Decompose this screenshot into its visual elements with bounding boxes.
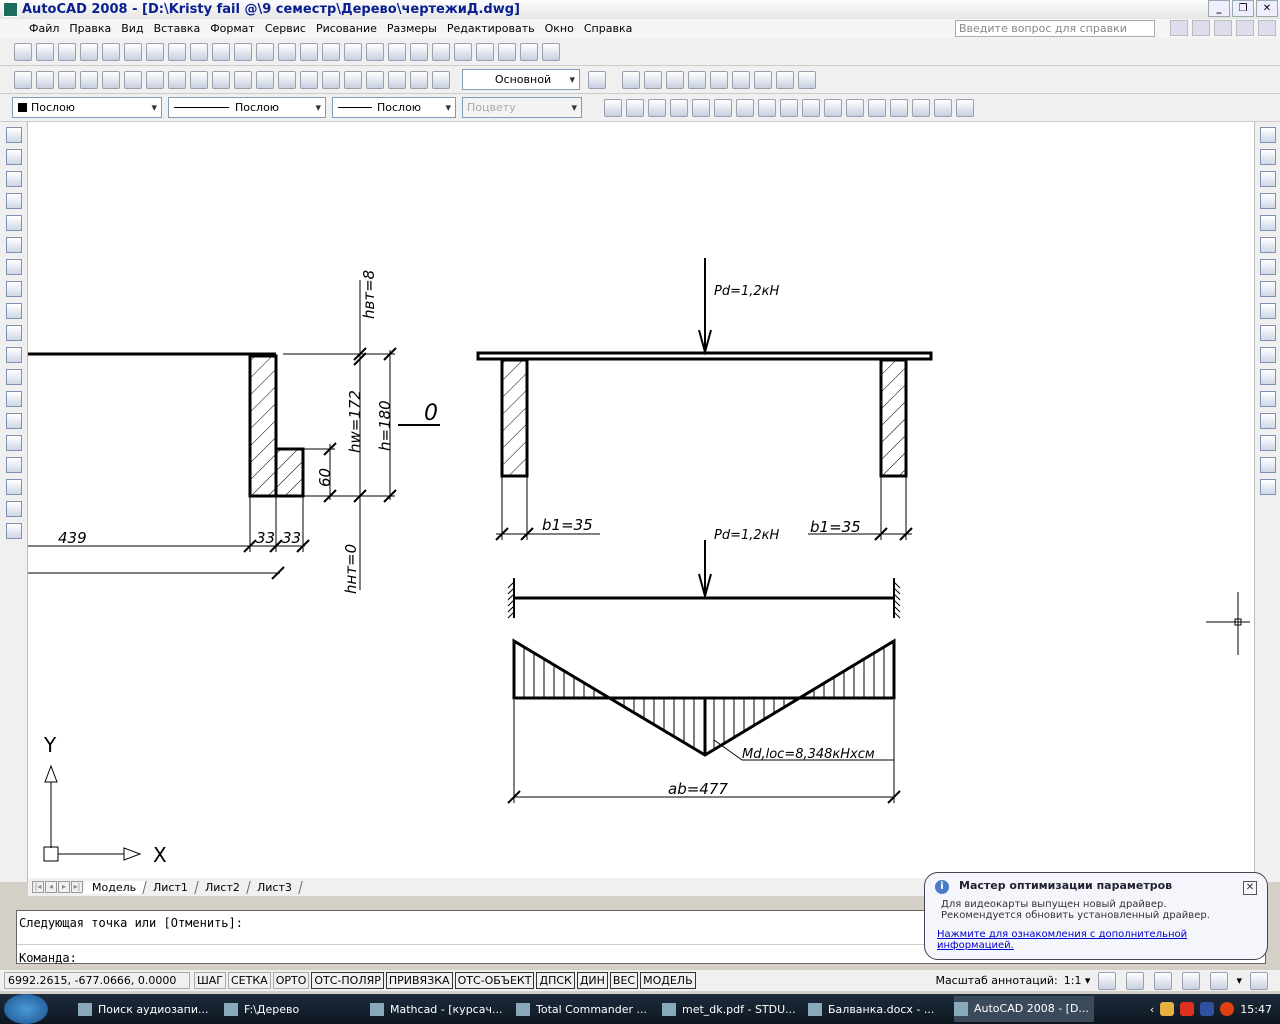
taskbar-item-stdu[interactable]: met_dk.pdf - STDU... xyxy=(662,1002,802,1016)
start-button[interactable] xyxy=(4,994,48,1024)
annotation-scale-select[interactable]: 1:1 ▾ xyxy=(1064,974,1091,987)
language-flag-icon[interactable] xyxy=(1200,1002,1215,1016)
system-tray: ‹ 15:47 xyxy=(1150,1002,1272,1016)
last-tab-button[interactable]: ▸| xyxy=(71,881,83,893)
taskbar-item-mathcad[interactable]: Mathcad - [курсач... xyxy=(370,1002,510,1016)
layout-tabs: |◂ ◂ ▸ ▸| Модель Лист1 Лист2 Лист3 xyxy=(28,878,928,896)
taskbar-item-total-commander[interactable]: Total Commander ... xyxy=(516,1002,656,1016)
osnap-toggle[interactable]: ПРИВЯЗКА xyxy=(385,972,453,989)
dim-hvt-text: hвт=8 xyxy=(360,270,378,319)
tray-app-icon[interactable] xyxy=(1160,1002,1175,1016)
ucs-y-arrow xyxy=(44,764,58,783)
status-bar: 6992.2615, -677.0666, 0.0000 ШАГ СЕТКА О… xyxy=(0,970,1280,991)
left-web xyxy=(248,354,278,498)
dim-hnt-text: hнт=0 xyxy=(342,544,360,594)
span-label: аb=477 xyxy=(668,780,728,798)
grid-toggle[interactable]: СЕТКА xyxy=(228,972,271,989)
dim-h-text: h=180 xyxy=(376,400,394,451)
balloon-title: Мастер оптимизации параметров xyxy=(959,879,1173,892)
balloon-line2: Рекомендуется обновить установленный дра… xyxy=(941,910,1210,921)
taskbar-item-autocad[interactable]: AutoCAD 2008 - [D... xyxy=(954,996,1094,1022)
moment-leader xyxy=(713,739,743,761)
annotation-visibility-icon[interactable] xyxy=(1098,971,1117,990)
ucs-origin xyxy=(43,846,59,862)
ducs-toggle[interactable]: ДПСК xyxy=(536,972,575,989)
clean-screen-icon[interactable] xyxy=(1250,971,1268,990)
status-menu-arrow[interactable]: ▾ xyxy=(1236,974,1242,987)
tab-layout3[interactable]: Лист3 xyxy=(247,880,303,894)
balloon-line1: Для видеокарты выпущен новый драйвер. xyxy=(941,899,1167,910)
comm-center-icon[interactable] xyxy=(1210,971,1229,990)
lock-icon[interactable] xyxy=(1182,971,1201,990)
polar-toggle[interactable]: ОТС-ПОЛЯР xyxy=(311,972,384,989)
clock: 15:47 xyxy=(1240,1002,1272,1016)
next-tab-button[interactable]: ▸ xyxy=(58,881,70,893)
first-tab-button[interactable]: |◂ xyxy=(32,881,44,893)
lwt-toggle[interactable]: ВЕС xyxy=(609,972,639,989)
taskbar-item-word[interactable]: Балванка.docx - ... xyxy=(808,1002,948,1016)
ucs-x-label: X xyxy=(153,843,167,867)
auto-scale-icon[interactable] xyxy=(1126,971,1145,990)
drawing-svg: hвт=8 hw=172 h=180 60 hнт=0 439 33 33 0 … xyxy=(28,258,1250,867)
right-web-right xyxy=(879,358,908,478)
ucs-x-arrow xyxy=(123,847,142,861)
coordinates-readout[interactable]: 6992.2615, -677.0666, 0.0000 xyxy=(4,972,190,989)
tray-expand-icon[interactable]: ‹ xyxy=(1150,1003,1154,1016)
snap-toggle[interactable]: ШАГ xyxy=(194,972,226,989)
model-toggle[interactable]: МОДЕЛЬ xyxy=(640,972,696,989)
dim-33-text: 33 xyxy=(256,529,275,547)
right-web-left xyxy=(500,358,529,478)
section-label: 0 xyxy=(424,401,438,426)
b1-right-label: b1=35 xyxy=(810,518,861,536)
ortho-toggle[interactable]: ОРТО xyxy=(272,972,310,989)
alert-icon[interactable] xyxy=(1220,1002,1235,1016)
tab-layout2[interactable]: Лист2 xyxy=(195,880,251,894)
balloon-close-button[interactable]: ✕ xyxy=(1243,881,1257,895)
dyn-toggle[interactable]: ДИН xyxy=(576,972,608,989)
dim-33-text: 33 xyxy=(282,529,301,547)
prev-tab-button[interactable]: ◂ xyxy=(45,881,57,893)
taskbar-item-chrome[interactable]: Поиск аудиозапи... xyxy=(78,1002,218,1016)
load-label-2: Pd=1,2кН xyxy=(714,528,780,543)
info-icon: i xyxy=(935,880,949,894)
left-rib xyxy=(274,447,305,498)
dim-439-text: 439 xyxy=(58,529,87,547)
load-label-1: Pd=1,2кН xyxy=(714,284,780,299)
notification-balloon: i Мастер оптимизации параметров ✕ Для ви… xyxy=(924,872,1268,960)
moment-label: Md,loc=8,348кНхсм xyxy=(742,747,875,762)
b1-left-label: b1=35 xyxy=(542,516,593,534)
taskbar-item-explorer[interactable]: F:\Дерево xyxy=(224,1002,364,1016)
wrench-icon[interactable] xyxy=(1154,971,1173,990)
otrack-toggle[interactable]: ОТС-ОБЪЕКТ xyxy=(454,972,535,989)
annotation-scale-label: Масштаб аннотаций: xyxy=(935,974,1058,987)
dim-60-text: 60 xyxy=(316,468,334,487)
balloon-more-info-link[interactable]: Нажмите для ознакомления с дополнительно… xyxy=(937,929,1255,951)
annotation-scale-value: 1:1 xyxy=(1063,974,1082,987)
tray-agent-icon[interactable] xyxy=(1180,1002,1195,1016)
tab-layout1[interactable]: Лист1 xyxy=(143,880,199,894)
ucs-y-label: Y xyxy=(43,733,57,757)
taskbar: Поиск аудиозапи... F:\Дерево Mathcad - [… xyxy=(0,994,1280,1024)
dim-hw-text: hw=172 xyxy=(346,390,364,453)
tab-model[interactable]: Модель xyxy=(82,880,147,894)
